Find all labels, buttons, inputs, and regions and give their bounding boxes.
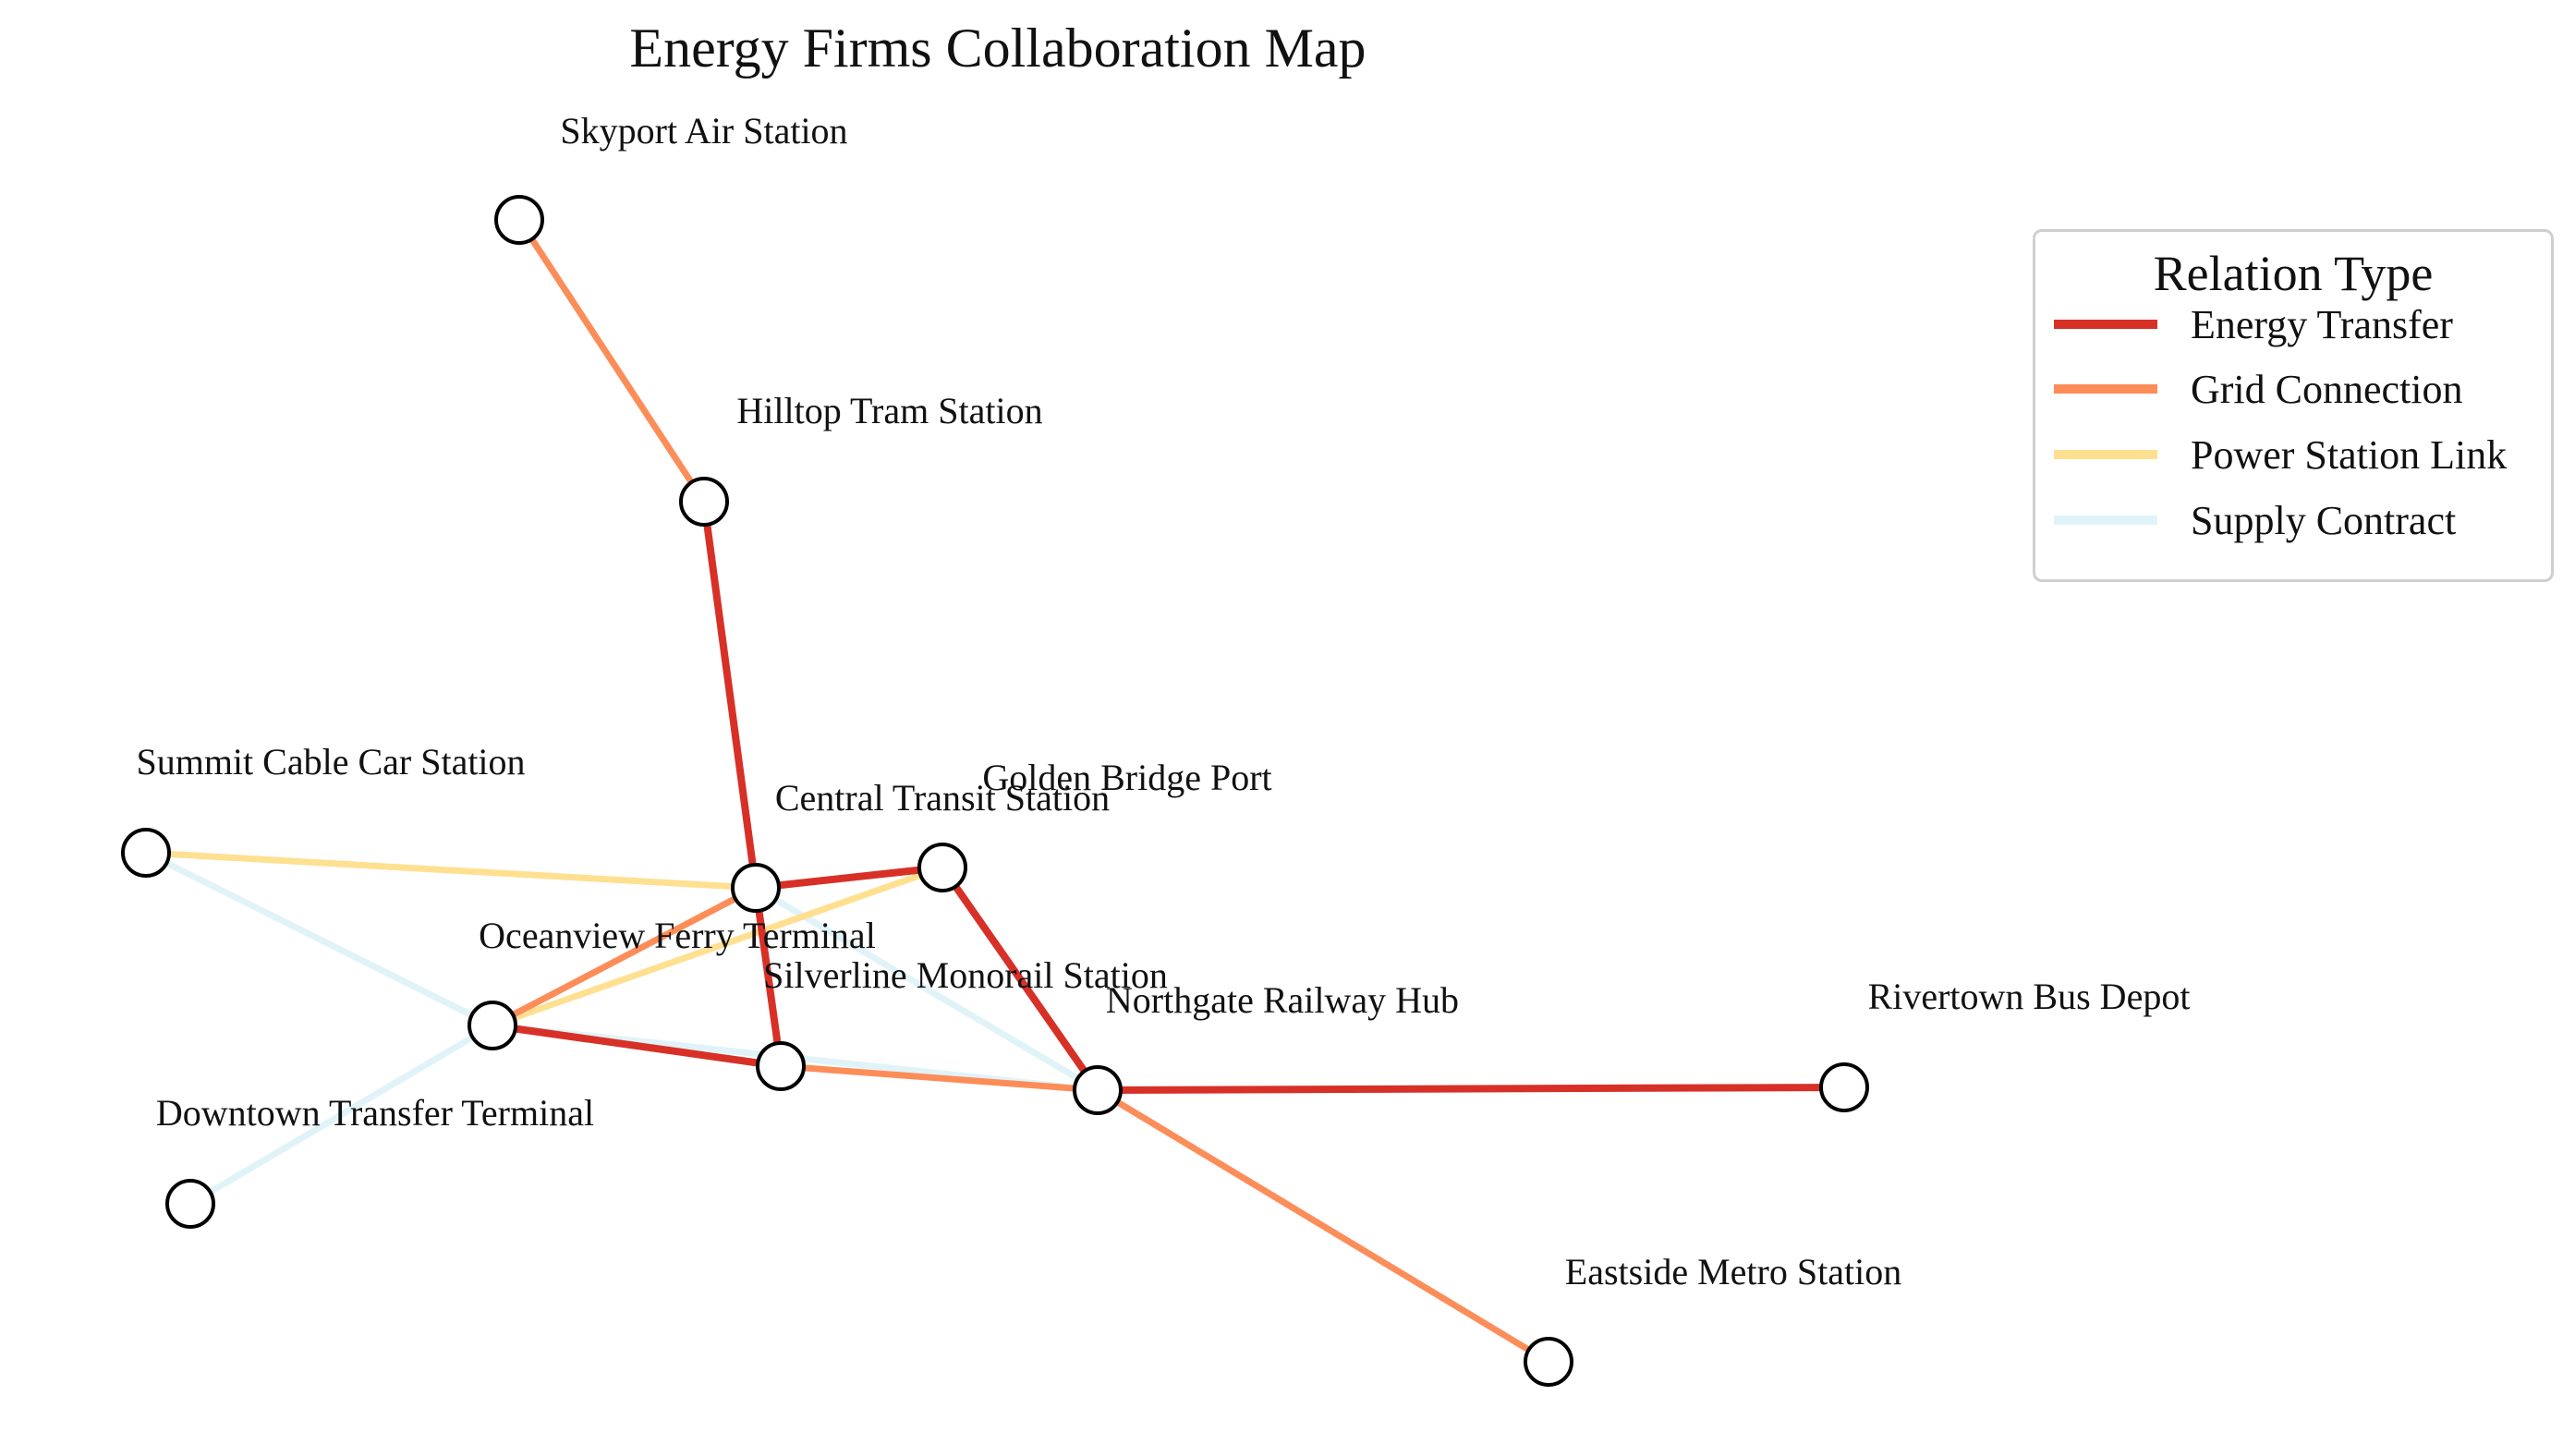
node-silverline[interactable] [756, 1041, 806, 1091]
legend-label: Power Station Link [2191, 431, 2508, 478]
legend-label: Energy Transfer [2191, 301, 2453, 347]
node-eastside[interactable] [1524, 1337, 1573, 1387]
edge-summit-oceanview [142, 849, 496, 1029]
edge-skyport-hilltop [516, 216, 708, 505]
node-label-oceanview: Oceanview Ferry Terminal [479, 915, 876, 956]
legend-label: Grid Connection [2191, 366, 2463, 412]
node-label-northgate: Northgate Railway Hub [1106, 979, 1459, 1021]
node-golden[interactable] [917, 843, 967, 892]
network-diagram: Skyport Air Station Hilltop Tram Station S… [121, 110, 2190, 1387]
legend: Relation Type Energy Transfer Grid Conne… [2033, 229, 2554, 582]
edge-silverline-northgate [777, 1062, 1101, 1094]
node-summit[interactable] [121, 828, 171, 878]
node-label-rivertown: Rivertown Bus Depot [1868, 976, 2191, 1017]
legend-item-grid-connection: Grid Connection [2054, 361, 2463, 417]
node-hilltop[interactable] [679, 477, 729, 527]
node-northgate[interactable] [1073, 1065, 1123, 1115]
edge-northgate-eastside [1094, 1086, 1552, 1365]
node-label-downtown: Downtown Transfer Terminal [156, 1092, 594, 1134]
edge-central-oceanview [489, 884, 759, 1029]
legend-swatch [2054, 516, 2157, 525]
legend-item-supply-contract: Supply Contract [2054, 492, 2456, 548]
legend-swatch [2054, 384, 2157, 394]
node-label-golden: Golden Bridge Port [982, 757, 1271, 798]
node-label-summit: Summit Cable Car Station [136, 741, 525, 783]
legend-label: Supply Contract [2191, 497, 2457, 543]
node-oceanview[interactable] [468, 1001, 517, 1050]
legend-item-power-station-link: Power Station Link [2054, 427, 2507, 482]
legend-swatch [2054, 450, 2157, 459]
node-label-eastside: Eastside Metro Station [1565, 1251, 1901, 1292]
node-downtown[interactable] [165, 1179, 215, 1229]
node-rivertown[interactable] [1819, 1062, 1869, 1112]
node-skyport[interactable] [494, 195, 544, 245]
label-layer: Skyport Air Station Hilltop Tram Station S… [136, 110, 2190, 1292]
edge-hilltop-central [700, 498, 759, 892]
node-central[interactable] [731, 863, 781, 913]
edge-summit-central [142, 849, 759, 892]
legend-title: Relation Type [2153, 246, 2434, 301]
node-label-skyport: Skyport Air Station [560, 110, 847, 152]
node-label-hilltop: Hilltop Tram Station [736, 390, 1042, 431]
legend-swatch [2054, 320, 2157, 329]
edge-northgate-rivertown [1094, 1084, 1848, 1094]
edge-oceanview-silverline [489, 1022, 784, 1070]
legend-item-energy-transfer: Energy Transfer [2054, 297, 2453, 352]
